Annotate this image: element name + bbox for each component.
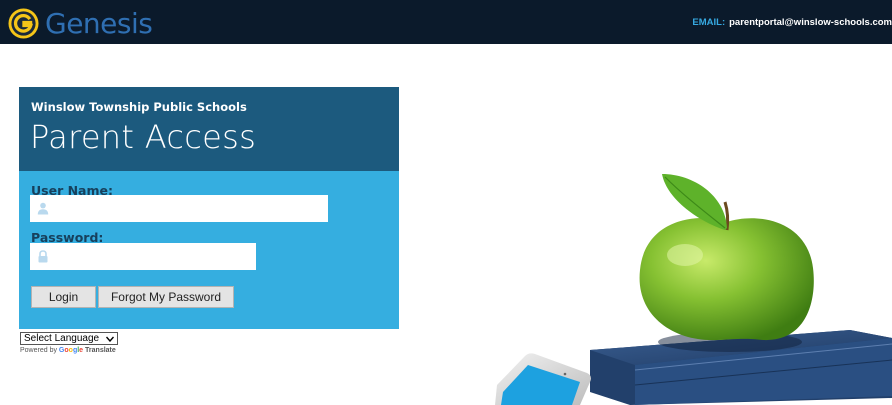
login-panel-header: Winslow Township Public Schools Parent A… bbox=[19, 87, 399, 171]
page-title: Parent Access bbox=[30, 118, 257, 156]
login-panel: Winslow Township Public Schools Parent A… bbox=[19, 87, 399, 329]
password-field[interactable] bbox=[30, 243, 256, 270]
genesis-logo[interactable]: Genesis bbox=[8, 6, 153, 40]
apple-books-tablet-image bbox=[495, 174, 892, 405]
email-address[interactable]: parentportal@winslow-schools.com bbox=[729, 17, 892, 28]
school-name: Winslow Township Public Schools bbox=[31, 100, 247, 114]
password-input[interactable] bbox=[49, 243, 255, 270]
brand-name: Genesis bbox=[45, 6, 153, 40]
top-header-bar: Genesis EMAIL: parentportal@winslow-schoo… bbox=[0, 0, 892, 44]
language-select[interactable]: Select Language bbox=[20, 332, 118, 345]
language-select-value: Select Language bbox=[24, 333, 100, 344]
genesis-g-icon bbox=[8, 7, 39, 39]
user-icon bbox=[37, 202, 49, 215]
username-field[interactable] bbox=[30, 195, 328, 222]
username-input[interactable] bbox=[49, 195, 327, 222]
lock-icon bbox=[38, 250, 48, 263]
powered-by-text: Powered by bbox=[20, 347, 57, 354]
translate-link[interactable]: Translate bbox=[85, 347, 116, 354]
google-translate-attribution: Powered by Google Translate bbox=[20, 347, 116, 354]
contact-email: EMAIL: parentportal@winslow-schools.com bbox=[692, 17, 892, 28]
login-button[interactable]: Login bbox=[31, 286, 96, 308]
chevron-down-icon bbox=[106, 336, 114, 342]
email-label: EMAIL: bbox=[692, 17, 726, 28]
forgot-password-button[interactable]: Forgot My Password bbox=[98, 286, 234, 308]
google-logo-text[interactable]: Google bbox=[59, 347, 83, 354]
